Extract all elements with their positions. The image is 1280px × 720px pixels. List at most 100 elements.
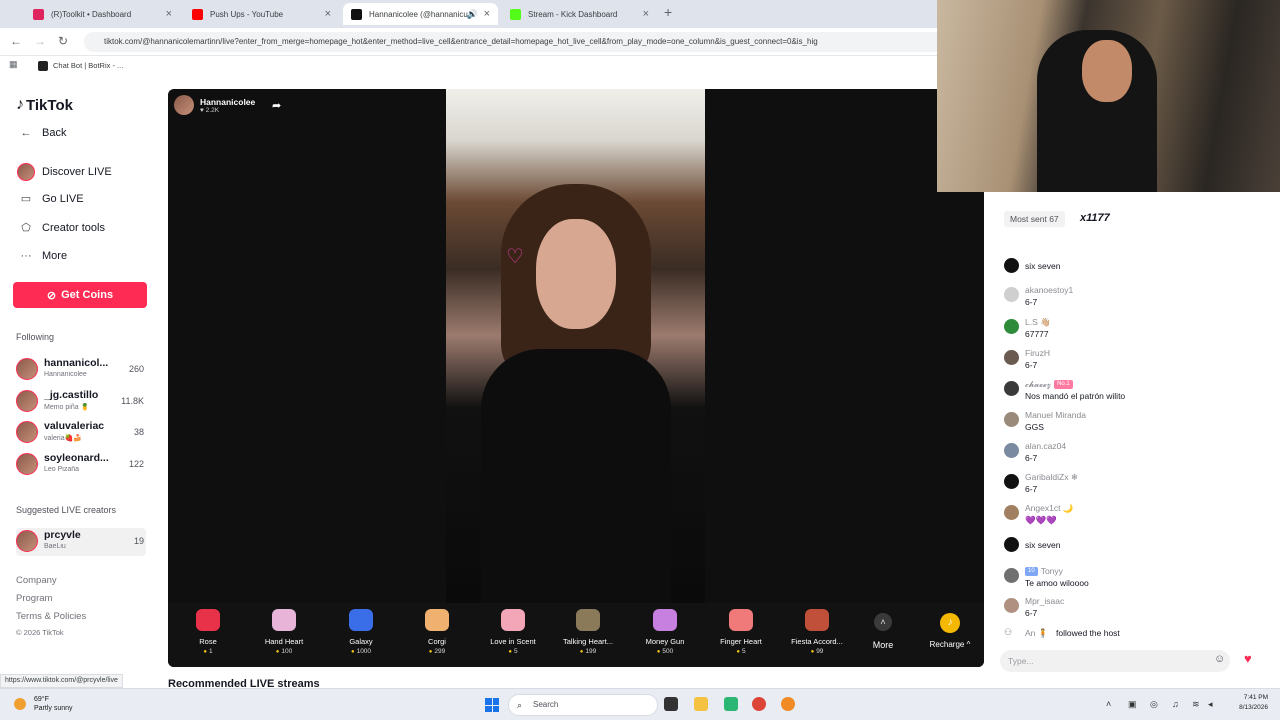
- url-field[interactable]: tiktok.com/@hannanicolemartinn/live?ente…: [84, 32, 944, 52]
- footer-terms[interactable]: Terms & Policies: [16, 611, 86, 622]
- tiktok-favicon-icon: [351, 8, 362, 20]
- suggested-item[interactable]: prcyvle BaeLiu 19: [16, 528, 146, 556]
- like-heart-icon[interactable]: ♥: [1244, 651, 1252, 666]
- following-item[interactable]: soyleonard... Leo Pizaña 122: [16, 451, 146, 479]
- gift-bar: Rose 1 Hand Heart 100 Galaxy 1000 Corgi …: [168, 603, 984, 667]
- tab-tiktok[interactable]: Hannanicolee (@hannanicu 🔊 ×: [343, 3, 498, 25]
- reload-icon[interactable]: ↻: [58, 34, 68, 48]
- close-icon[interactable]: ×: [166, 8, 172, 20]
- share-icon[interactable]: ➦: [272, 99, 281, 112]
- chat-username-row[interactable]: 10 Tonyy: [1025, 566, 1063, 577]
- gift-finger-heart[interactable]: Finger Heart 5: [706, 609, 776, 655]
- footer-company[interactable]: Company: [16, 575, 57, 586]
- chat-username[interactable]: L.S 👋🏼: [1025, 317, 1051, 328]
- nav-discover-live[interactable]: Discover LIVE: [16, 163, 112, 181]
- gift-love-in-scent[interactable]: Love in Scent 5: [478, 609, 548, 655]
- live-video[interactable]: ♡: [446, 89, 705, 603]
- chat-text: 6-7: [1025, 360, 1038, 370]
- speaker-icon[interactable]: 🔊: [467, 9, 478, 20]
- nav-creator-tools[interactable]: ⬠ Creator tools: [16, 221, 105, 235]
- tray-app-icon[interactable]: ▣: [1128, 699, 1137, 710]
- botrix-favicon-icon: [38, 61, 48, 71]
- tab-youtube[interactable]: Push Ups - YouTube ×: [184, 3, 339, 25]
- tab-kick[interactable]: Stream - Kick Dashboard ×: [502, 3, 657, 25]
- chat-username[interactable]: An 🧍: [1025, 628, 1048, 639]
- gift-rose[interactable]: Rose 1: [173, 609, 243, 655]
- gift-corgi[interactable]: Corgi 299: [402, 609, 472, 655]
- chat-text: Nos mandó el patrón wilito: [1025, 391, 1126, 401]
- task-view-icon[interactable]: [664, 697, 678, 711]
- video-face-shape: [536, 219, 616, 329]
- forward-arrow-icon[interactable]: →: [34, 34, 46, 48]
- live-player[interactable]: Hannanicolee ♥ 2.2K ➦ ♡ Rose 1 Hand Hear…: [168, 89, 984, 667]
- camera-icon: ▭: [20, 193, 32, 205]
- hand-heart-icon: [272, 609, 296, 631]
- gift-galaxy[interactable]: Galaxy 1000: [326, 609, 396, 655]
- gift-name: Love in Scent: [490, 637, 536, 646]
- clock-time: 7:41 PM: [1243, 694, 1268, 701]
- new-tab-icon[interactable]: +: [664, 4, 672, 20]
- host-info[interactable]: Hannanicolee ♥ 2.2K: [174, 95, 255, 115]
- nav-go-live[interactable]: ▭ Go LIVE: [16, 192, 84, 206]
- app-icon[interactable]: [781, 697, 795, 711]
- tray-app-icon[interactable]: ◎: [1150, 699, 1158, 710]
- footer-program[interactable]: Program: [16, 593, 52, 604]
- gift-name: Finger Heart: [720, 637, 762, 646]
- more-gifts-button[interactable]: ˄ More: [871, 613, 895, 650]
- microphone-icon[interactable]: ♫: [1172, 699, 1179, 709]
- windows-start-icon[interactable]: [485, 698, 499, 712]
- get-coins-button[interactable]: ⊘ Get Coins: [13, 282, 147, 308]
- chat-username[interactable]: 𝓬𝓱𝓪𝓮𝓮𝔃: [1025, 379, 1051, 389]
- emoji-icon[interactable]: ☺: [1214, 653, 1225, 665]
- volume-icon[interactable]: ◂: [1208, 699, 1213, 710]
- back-link[interactable]: ← Back: [16, 127, 67, 139]
- chrome-icon[interactable]: [752, 697, 766, 711]
- following-item[interactable]: hannanicol... Hannanicolee 260: [16, 356, 146, 384]
- taskbar-search[interactable]: ⌕ Search: [508, 694, 658, 716]
- gift-money-gun[interactable]: Money Gun 500: [630, 609, 700, 655]
- nav-more[interactable]: ··· More: [16, 250, 68, 262]
- apps-grid-icon[interactable]: ▦: [9, 59, 18, 70]
- tab-label: Stream - Kick Dashboard: [528, 9, 618, 19]
- chat-username[interactable]: Manuel Miranda: [1025, 410, 1086, 420]
- bookmark-botrix[interactable]: Chat Bot | BotRix - ...: [53, 61, 123, 70]
- gift-talking-heart[interactable]: Talking Heart... 199: [553, 609, 623, 655]
- chat-text: 💜💜💜: [1025, 515, 1057, 525]
- file-explorer-icon[interactable]: [694, 697, 708, 711]
- gift-hand-heart[interactable]: Hand Heart 100: [249, 609, 319, 655]
- avatar: [1004, 443, 1019, 458]
- chat-username[interactable]: alan.caz04: [1025, 441, 1066, 451]
- suggested-heading: Suggested LIVE creators: [16, 505, 117, 515]
- chat-username[interactable]: GaribaldiZx ❄: [1025, 472, 1078, 483]
- chat-username[interactable]: akanoestoy1: [1025, 285, 1073, 295]
- gift-price: 299: [402, 648, 472, 655]
- chat-username[interactable]: Mpr_isaac: [1025, 596, 1064, 606]
- tab-toolkit[interactable]: (R)Toolkit • Dashboard ×: [25, 3, 180, 25]
- gift-fiesta-accordion[interactable]: Fiesta Accord... 99: [782, 609, 852, 655]
- chat-username[interactable]: FiruzH: [1025, 348, 1050, 358]
- host-likes: ♥ 2.2K: [200, 106, 220, 114]
- close-icon[interactable]: ×: [325, 8, 331, 20]
- wifi-icon[interactable]: ≋: [1192, 699, 1200, 710]
- close-icon[interactable]: ×: [484, 8, 490, 20]
- more-icon: ···: [20, 250, 32, 262]
- avatar: [16, 358, 38, 380]
- gift-name: Money Gun: [645, 637, 685, 646]
- recharge-button[interactable]: ♪ Recharge ^: [926, 613, 974, 649]
- chat-input[interactable]: Type...: [1000, 650, 1230, 672]
- tiktok-logo[interactable]: ♪ TikTok: [16, 96, 73, 114]
- following-item[interactable]: _jg.castillo Memo piña 🍍 11.8K: [16, 388, 146, 416]
- galaxy-icon: [349, 609, 373, 631]
- tray-chevron-icon[interactable]: ˄: [1106, 699, 1111, 709]
- chat-username[interactable]: Tonyy: [1041, 566, 1063, 576]
- system-clock[interactable]: 7:41 PM 8/13/2026: [1224, 693, 1268, 713]
- close-icon[interactable]: ×: [643, 8, 649, 20]
- weather-widget[interactable]: 69°F Partly sunny: [34, 695, 73, 713]
- following-item[interactable]: valuvaleriac valeria🍓🍰 38: [16, 419, 146, 447]
- nav-label: Discover LIVE: [42, 166, 112, 178]
- chat-username[interactable]: Angex1ct 🌙: [1025, 503, 1073, 514]
- back-arrow-icon[interactable]: ←: [10, 34, 22, 48]
- chat-username-row[interactable]: 𝓬𝓱𝓪𝓮𝓮𝔃 No.1: [1025, 379, 1073, 390]
- weather-icon: [14, 698, 26, 710]
- app-icon[interactable]: [724, 697, 738, 711]
